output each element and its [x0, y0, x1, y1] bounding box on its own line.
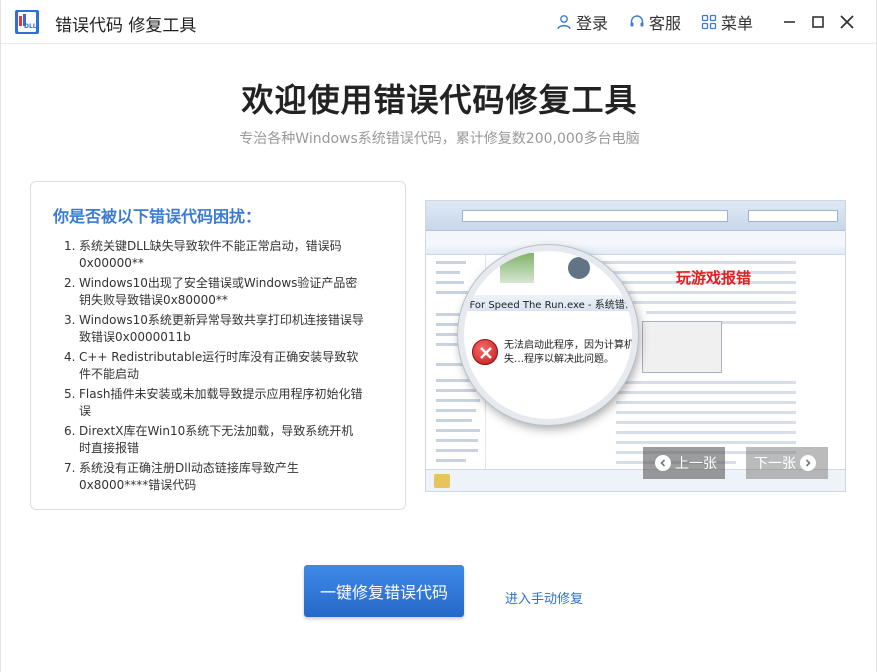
menu-button[interactable]: 菜单	[701, 10, 753, 34]
example-carousel: d For Speed The Run.exe - 系统错误 无法启动此程序，因…	[425, 200, 846, 492]
minimize-icon	[784, 21, 795, 23]
manual-fix-link[interactable]: 进入手动修复	[505, 588, 583, 607]
service-label: 客服	[649, 14, 682, 33]
mini-dialog	[642, 321, 722, 373]
example-caption: 玩游戏报错	[676, 269, 752, 287]
grid-menu-icon	[701, 14, 717, 30]
list-item: 7. 系统没有正确注册Dll动态链接库导致产生0x8000****错误代码	[64, 461, 299, 492]
list-item: 5. Flash插件未安装或未加载导致提示应用程序初始化错误	[64, 387, 363, 418]
error-icon	[472, 339, 498, 365]
folder-icon	[434, 474, 450, 488]
login-label: 登录	[576, 14, 609, 33]
magnifier-zoom: d For Speed The Run.exe - 系统错误 无法启动此程序，因…	[458, 245, 638, 425]
problem-panel: 你是否被以下错误代码困扰： 1. 系统关键DLL缺失导致软件不能正常启动，错误码0…	[30, 181, 406, 510]
customer-service-button[interactable]: 客服	[629, 10, 681, 34]
app-window: DLL 错误代码 修复工具 登录 客服 菜单 欢迎使用错误代码修复工具 专治各种…	[0, 0, 877, 672]
list-item: 1. 系统关键DLL缺失导致软件不能正常启动，错误码0x00000**	[64, 239, 342, 270]
prev-label: 上一张	[675, 456, 717, 472]
maximize-icon	[812, 16, 824, 28]
app-logo-icon: DLL	[15, 10, 39, 34]
zoomed-window-title: d For Speed The Run.exe - 系统错误	[460, 300, 635, 311]
list-item: 4. C++ Redistributable运行时库没有正确安装导致软件不能启动	[64, 350, 359, 381]
next-slide-button[interactable]: 下一张	[746, 447, 828, 479]
page-subtitle: 专治各种Windows系统错误代码，累计修复数200,000多台电脑	[239, 131, 640, 147]
list-item: 6. DirextX库在Win10系统下无法加载，导致系统开机时直接报错	[64, 424, 354, 455]
next-label: 下一张	[754, 456, 796, 472]
page-title: 欢迎使用错误代码修复工具	[241, 81, 638, 119]
chevron-left-icon	[655, 455, 671, 471]
problem-heading: 你是否被以下错误代码困扰：	[53, 207, 262, 226]
minimize-button[interactable]	[780, 12, 800, 32]
chevron-right-icon	[800, 455, 816, 471]
explorer-titlebar	[426, 201, 845, 231]
user-icon	[557, 15, 571, 30]
prev-slide-button[interactable]: 上一张	[643, 447, 725, 479]
app-title: 错误代码 修复工具	[55, 16, 197, 36]
menu-label: 菜单	[721, 14, 754, 33]
list-item: 3. Windows10系统更新异常导致共享打印机连接错误导致错误0x000001…	[64, 313, 364, 344]
error-message: 无法启动此程序，因为计算机中丢失…程序以解决此问题。	[504, 340, 634, 365]
settings-file-icon	[568, 257, 590, 279]
problem-list: 1. 系统关键DLL缺失导致软件不能正常启动，错误码0x00000** 2. Win…	[64, 238, 364, 497]
one-click-fix-button[interactable]: 一键修复错误代码	[304, 565, 464, 617]
maximize-button[interactable]	[808, 12, 828, 32]
close-button[interactable]	[837, 12, 857, 32]
close-icon	[840, 15, 854, 29]
title-bar[interactable]: DLL 错误代码 修复工具 登录 客服 菜单	[1, 0, 877, 44]
login-button[interactable]: 登录	[556, 10, 608, 34]
list-item: 2. Windows10出现了安全错误或Windows验证产品密钥失败导致错误0x…	[64, 276, 358, 307]
headset-icon	[630, 15, 644, 27]
